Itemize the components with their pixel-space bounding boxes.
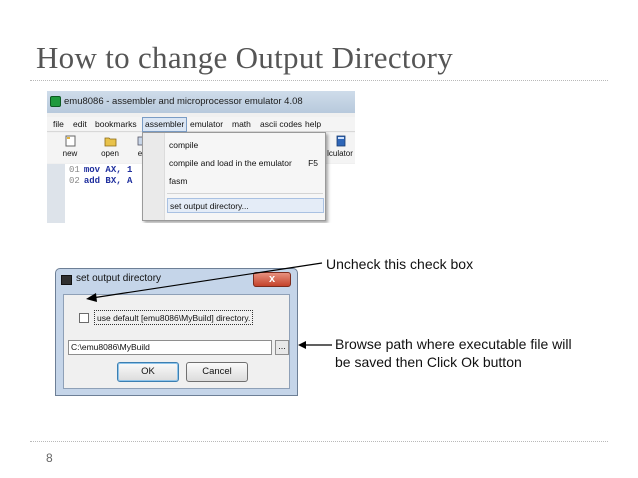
menu-help[interactable]: help bbox=[303, 118, 323, 131]
line-number: 01 bbox=[69, 165, 80, 175]
window-title: emu8086 - assembler and microprocessor e… bbox=[64, 96, 303, 107]
open-folder-icon bbox=[104, 137, 116, 147]
menu-item-fasm[interactable]: fasm bbox=[167, 174, 324, 189]
toolbar-calculator-label: lculator bbox=[327, 149, 353, 158]
menu-item-label: compile and load in the emulator bbox=[169, 158, 292, 168]
menu-ascii-codes[interactable]: ascii codes bbox=[258, 118, 304, 131]
title-divider bbox=[30, 80, 608, 81]
dialog-app-icon bbox=[61, 275, 72, 285]
footer-divider bbox=[30, 441, 608, 442]
code-line: 01 mov AX, 1 bbox=[69, 165, 132, 175]
toolbar-new-button[interactable]: new bbox=[55, 135, 85, 163]
line-gutter bbox=[47, 164, 65, 223]
menu-emulator[interactable]: emulator bbox=[188, 118, 225, 131]
assembler-dropdown-menu: compile compile and load in the emulator… bbox=[142, 132, 326, 221]
line-number: 02 bbox=[69, 176, 80, 186]
cancel-button[interactable]: Cancel bbox=[186, 362, 248, 382]
menu-icon-stripe bbox=[143, 133, 165, 220]
toolbar-new-label: new bbox=[62, 149, 78, 158]
dialog-title: set output directory bbox=[76, 273, 162, 284]
browse-callout-line1: Browse path where executable file will bbox=[335, 336, 572, 352]
new-file-icon bbox=[65, 135, 75, 147]
code-text: mov AX, 1 bbox=[83, 165, 133, 175]
menu-item-compile-and-load[interactable]: compile and load in the emulator F5 bbox=[167, 156, 324, 171]
menu-item-shortcut: F5 bbox=[308, 158, 318, 168]
browse-callout-line2: be saved then Click Ok button bbox=[335, 354, 522, 370]
slide-number: 8 bbox=[46, 451, 53, 465]
menu-file[interactable]: file bbox=[51, 118, 66, 131]
set-output-directory-dialog: set output directory x use default [emu8… bbox=[55, 268, 298, 396]
toolbar-open-button[interactable]: open bbox=[95, 135, 125, 163]
dialog-body: use default [emu8086\MyBuild] directory.… bbox=[63, 294, 290, 389]
close-button[interactable]: x bbox=[253, 272, 291, 287]
browse-button[interactable]: ... bbox=[275, 340, 289, 355]
emu8086-window-screenshot: emu8086 - assembler and microprocessor e… bbox=[47, 91, 355, 223]
browse-arrow-head bbox=[298, 341, 306, 349]
menu-edit[interactable]: edit bbox=[71, 118, 89, 131]
menu-item-label: fasm bbox=[169, 176, 188, 186]
use-default-checkbox-label[interactable]: use default [emu8086\MyBuild] directory. bbox=[94, 310, 254, 325]
toolbar-open-label: open bbox=[101, 149, 119, 158]
uncheck-callout: Uncheck this check box bbox=[326, 256, 474, 272]
window-titlebar: emu8086 - assembler and microprocessor e… bbox=[47, 91, 355, 113]
slide-title: How to change Output Directory bbox=[36, 40, 454, 75]
code-line: 02 add BX, A bbox=[69, 176, 132, 186]
emu8086-app-icon bbox=[50, 96, 61, 107]
toolbar-calculator-button[interactable]: lculator bbox=[325, 135, 355, 163]
use-default-checkbox[interactable] bbox=[79, 313, 89, 323]
menu-bookmarks[interactable]: bookmarks bbox=[93, 118, 139, 131]
output-path-input[interactable]: C:\emu8086\MyBuild bbox=[68, 340, 272, 355]
menu-separator bbox=[167, 193, 323, 194]
menu-item-label: set output directory... bbox=[170, 201, 249, 211]
menu-bar: file edit bookmarks assembler emulator m… bbox=[47, 117, 355, 132]
ok-button[interactable]: OK bbox=[117, 362, 179, 382]
menu-item-label: compile bbox=[169, 140, 199, 150]
menu-item-set-output-directory[interactable]: set output directory... bbox=[167, 198, 324, 213]
menu-item-compile[interactable]: compile bbox=[167, 138, 324, 153]
menu-assembler[interactable]: assembler bbox=[142, 117, 188, 132]
code-text: add BX, A bbox=[83, 176, 133, 186]
calculator-icon bbox=[336, 135, 345, 147]
menu-math[interactable]: math bbox=[230, 118, 253, 131]
